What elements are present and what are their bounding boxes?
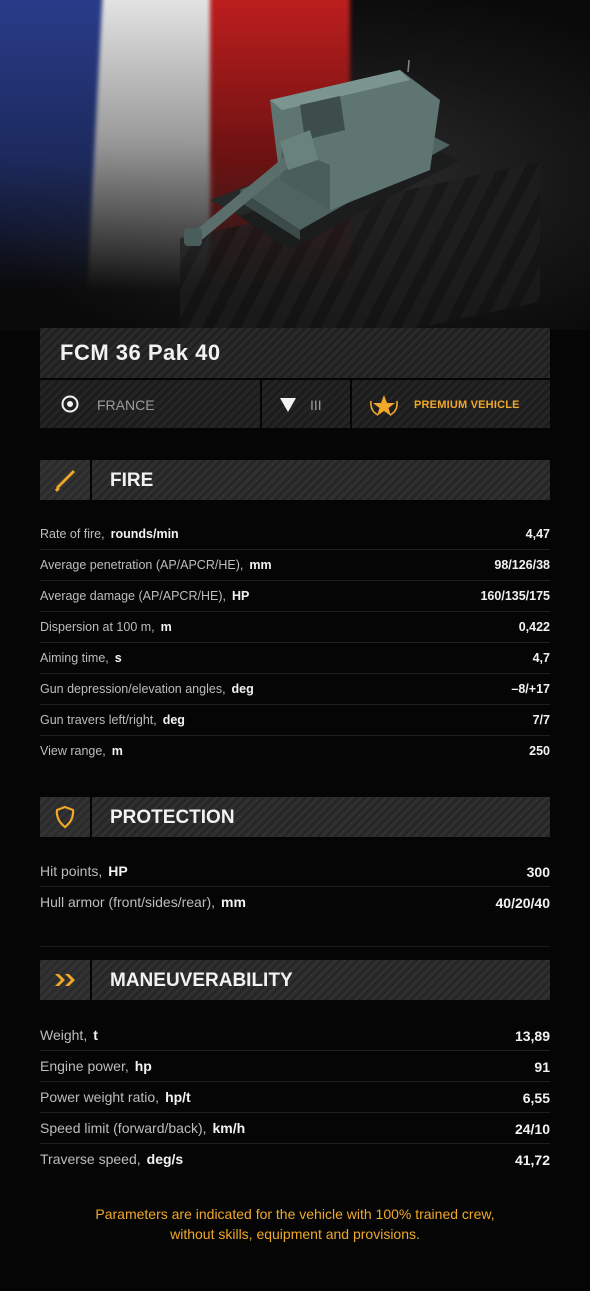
stat-label: Power weight ratio, xyxy=(40,1089,160,1105)
stat-row-aiming-time: Aiming time, s 4,7 xyxy=(40,643,550,674)
stat-row-power-weight: Power weight ratio, hp/t 6,55 xyxy=(40,1082,550,1113)
protection-section-header: PROTECTION xyxy=(40,797,550,837)
stat-value: 250 xyxy=(529,744,550,758)
stat-value: 13,89 xyxy=(514,1028,550,1044)
maneuverability-section-header: MANEUVERABILITY xyxy=(40,960,550,1000)
stat-label: Gun depression/elevation angles, xyxy=(40,682,226,696)
stat-unit: HP xyxy=(231,589,250,603)
maneuverability-title-bar: MANEUVERABILITY xyxy=(92,960,550,1000)
vehicle-info-row: FRANCE III PREMIUM VEHICLE xyxy=(40,380,550,428)
protection-icon-box xyxy=(40,797,90,837)
stat-unit: mm xyxy=(221,894,246,910)
fire-icon-box xyxy=(40,460,90,500)
vehicle-title-bar: FCM 36 Pak 40 xyxy=(40,328,550,378)
stat-row-dispersion: Dispersion at 100 m, m 0,422 xyxy=(40,612,550,643)
premium-label: PREMIUM VEHICLE xyxy=(414,399,520,411)
stat-value: 160/135/175 xyxy=(480,589,550,603)
stat-value: 4,7 xyxy=(532,651,550,665)
stat-unit: mm xyxy=(249,558,272,572)
stat-row-hull-armor: Hull armor (front/sides/rear), mm 40/20/40 xyxy=(40,887,550,917)
fire-title-bar: FIRE xyxy=(92,460,550,500)
premium-star-icon xyxy=(370,395,398,416)
stat-unit: deg xyxy=(231,682,254,696)
stat-label: Rate of fire, xyxy=(40,527,105,541)
double-chevron-icon xyxy=(55,974,75,986)
stat-value: 4,47 xyxy=(525,527,550,541)
stat-row-speed-limit: Speed limit (forward/back), km/h 24/10 xyxy=(40,1113,550,1144)
stat-value: 91 xyxy=(534,1059,550,1075)
stat-row-gun-traverse: Gun travers left/right, deg 7/7 xyxy=(40,705,550,736)
protection-title: PROTECTION xyxy=(110,807,235,828)
stat-unit: hp xyxy=(134,1058,152,1074)
stat-label: Engine power, xyxy=(40,1058,129,1074)
stat-label: Aiming time, xyxy=(40,651,109,665)
stat-label: Dispersion at 100 m, xyxy=(40,620,155,634)
stat-row-traverse-speed: Traverse speed, deg/s 41,72 xyxy=(40,1144,550,1174)
stat-unit: hp/t xyxy=(165,1089,191,1105)
maneuverability-title: MANEUVERABILITY xyxy=(110,970,293,991)
footnote-line-1: Parameters are indicated for the vehicle… xyxy=(95,1206,495,1222)
stat-label: Average penetration (AP/APCR/HE), xyxy=(40,558,244,572)
stat-value: 300 xyxy=(526,864,550,880)
nation-label: FRANCE xyxy=(97,397,155,413)
stat-label: View range, xyxy=(40,744,106,758)
shell-icon xyxy=(54,470,75,492)
stat-unit: t xyxy=(93,1027,98,1043)
tank-image xyxy=(184,60,460,250)
stat-value: –8/+17 xyxy=(511,682,550,696)
footnote-line-2: without skills, equipment and provisions… xyxy=(170,1226,420,1242)
fire-section-header: FIRE xyxy=(40,460,550,500)
tier-label: III xyxy=(310,397,322,413)
stat-unit: km/h xyxy=(212,1120,246,1136)
stat-label: Average damage (AP/APCR/HE), xyxy=(40,589,226,603)
protection-title-bar: PROTECTION xyxy=(92,797,550,837)
stat-unit: deg xyxy=(162,713,185,727)
stat-label: Weight, xyxy=(40,1027,88,1043)
premium-cell: PREMIUM VEHICLE xyxy=(352,380,550,428)
stat-value: 6,55 xyxy=(522,1090,550,1106)
stat-value: 41,72 xyxy=(514,1152,550,1168)
vehicle-hero-image xyxy=(0,0,590,330)
stat-row-damage: Average damage (AP/APCR/HE), HP 160/135/17… xyxy=(40,581,550,612)
shield-icon xyxy=(55,805,75,829)
stat-unit: deg/s xyxy=(146,1151,184,1167)
stat-value: 40/20/40 xyxy=(495,895,551,911)
stat-label: Speed limit (forward/back), xyxy=(40,1120,207,1136)
stat-unit: m xyxy=(111,744,123,758)
stat-unit: rounds/min xyxy=(110,527,179,541)
stat-value: 7/7 xyxy=(532,713,550,727)
stat-unit: m xyxy=(160,620,172,634)
fire-title: FIRE xyxy=(110,470,154,491)
stat-value: 24/10 xyxy=(514,1121,550,1137)
maneuverability-stats-list: Weight, t 13,89 Engine power, hp 91 Power we… xyxy=(40,1020,550,1174)
stat-value: 0,422 xyxy=(518,620,550,634)
stat-label: Hit points, xyxy=(40,863,103,879)
stat-row-hit-points: Hit points, HP 300 xyxy=(40,856,550,887)
target-icon xyxy=(61,395,79,413)
stat-label: Traverse speed, xyxy=(40,1151,141,1167)
nation-cell: FRANCE xyxy=(40,380,260,428)
stat-row-gun-angles: Gun depression/elevation angles, deg –8/+1… xyxy=(40,674,550,705)
section-divider xyxy=(40,946,550,947)
tank-destroyer-class-icon xyxy=(280,398,296,412)
stat-row-rate-of-fire: Rate of fire, rounds/min 4,47 xyxy=(40,519,550,550)
vehicle-name: FCM 36 Pak 40 xyxy=(60,340,221,365)
stat-value: 98/126/38 xyxy=(494,558,550,572)
stat-unit: s xyxy=(114,651,122,665)
stat-row-engine-power: Engine power, hp 91 xyxy=(40,1051,550,1082)
protection-stats-list: Hit points, HP 300 Hull armor (front/sides… xyxy=(40,856,550,917)
fire-stats-list: Rate of fire, rounds/min 4,47 Average pene… xyxy=(40,519,550,766)
stat-row-weight: Weight, t 13,89 xyxy=(40,1020,550,1051)
tier-cell: III xyxy=(262,380,350,428)
stat-row-view-range: View range, m 250 xyxy=(40,736,550,766)
stat-row-penetration: Average penetration (AP/APCR/HE), mm 98/12… xyxy=(40,550,550,581)
maneuverability-icon-box xyxy=(40,960,90,1000)
parameters-footnote: Parameters are indicated for the vehicle… xyxy=(40,1204,550,1244)
stat-label: Hull armor (front/sides/rear), xyxy=(40,894,216,910)
stat-label: Gun travers left/right, xyxy=(40,713,157,727)
stat-unit: HP xyxy=(108,863,128,879)
